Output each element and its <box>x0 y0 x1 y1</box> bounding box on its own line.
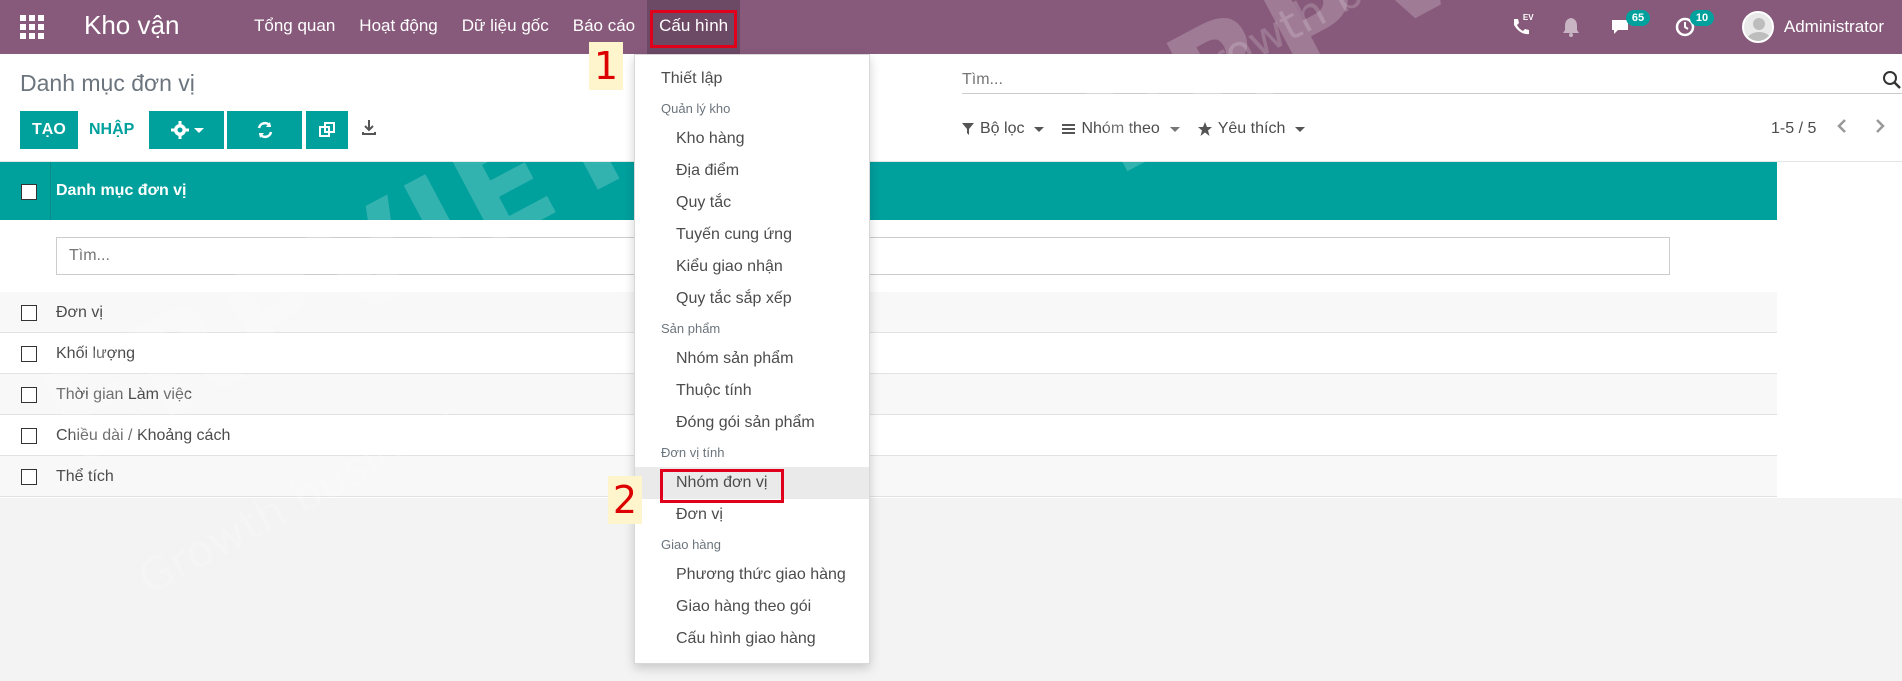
control-panel: Danh mục đơn vị TẠO NHẬP Bộ lọc Nhóm the… <box>0 54 1902 162</box>
refresh-icon <box>257 121 272 139</box>
main-menu: Tổng quan Hoạt động Dữ liệu gốc Báo cáo … <box>242 0 741 54</box>
favorites-label: Yêu thích <box>1217 120 1286 137</box>
import-button[interactable]: NHẬP <box>78 111 145 149</box>
header-divider <box>50 162 51 220</box>
row-checkbox[interactable] <box>21 346 37 362</box>
section-warehouse-management: Quản lý kho <box>661 101 731 116</box>
filter-dropdown[interactable]: Bộ lọc <box>962 120 1045 138</box>
row-checkbox[interactable] <box>21 387 37 403</box>
row-name: Đơn vị <box>56 304 103 321</box>
funnel-icon <box>962 123 974 135</box>
refresh-button[interactable] <box>227 111 302 149</box>
user-name: Administrator <box>1783 17 1884 36</box>
menu-item-warehouses[interactable]: Kho hàng <box>635 123 869 155</box>
menu-item-locations[interactable]: Địa điểm <box>635 155 869 187</box>
search-icon[interactable] <box>1882 70 1902 90</box>
group-by-label: Nhóm theo <box>1081 120 1160 137</box>
column-header-name[interactable]: Danh mục đơn vị <box>56 182 187 200</box>
row-name: Khối lượng <box>56 345 136 362</box>
gear-icon <box>170 121 189 139</box>
menu-item-shipping-methods[interactable]: Phương thức giao hàng <box>635 559 869 591</box>
table-row[interactable]: Khối lượng <box>0 333 1777 374</box>
copy-icon <box>319 122 335 137</box>
user-menu[interactable]: Administrator <box>1741 11 1884 43</box>
voip-phone-icon[interactable]: EV <box>1510 13 1534 38</box>
pager-value[interactable]: 1-5 / 5 <box>1771 120 1816 138</box>
filter-label: Bộ lọc <box>980 120 1025 137</box>
table-row[interactable]: Đơn vị <box>0 292 1777 333</box>
menu-item-product-packagings[interactable]: Đóng gói sản phẩm <box>635 407 869 439</box>
table-row[interactable]: Thể tích <box>0 456 1777 497</box>
app-title: Kho vận <box>84 10 180 40</box>
row-checkbox[interactable] <box>21 428 37 444</box>
step-2-marker: 2 <box>608 476 642 524</box>
menu-item-operation-types[interactable]: Kiểu giao nhận <box>635 251 869 283</box>
search-options: Bộ lọc Nhóm theo Yêu thích <box>962 120 1306 138</box>
row-name: Chiều dài / Khoảng cách <box>56 427 231 444</box>
ev-label: EV <box>1522 13 1534 22</box>
menu-item-uom[interactable]: Đơn vị <box>635 499 869 531</box>
list-rows: Đơn vị Khối lượng Thời gian Làm việc Chi… <box>0 292 1777 497</box>
chevron-left-icon[interactable] <box>1835 118 1849 134</box>
menu-operations[interactable]: Hoạt động <box>347 0 449 54</box>
menu-item-settings[interactable]: Thiết lập <box>635 63 869 95</box>
bell-icon[interactable] <box>1560 16 1582 38</box>
section-products: Sản phẩm <box>661 321 721 336</box>
configuration-dropdown: Thiết lập Quản lý kho Kho hàng Địa điểm … <box>634 54 870 664</box>
systray: EV 65 10 Administrator <box>1510 0 1884 54</box>
pager-buttons <box>1835 118 1887 134</box>
activities-clock-icon[interactable]: 10 <box>1674 10 1715 38</box>
list-header: Danh mục đơn vị <box>0 162 1777 220</box>
row-checkbox[interactable] <box>21 469 37 485</box>
star-icon <box>1197 122 1212 136</box>
top-navbar: Kho vận Tổng quan Hoạt động Dữ liệu gốc … <box>0 0 1902 54</box>
section-units-of-measure: Đơn vị tính <box>661 445 725 460</box>
row-name: Thể tích <box>56 468 114 485</box>
table-row[interactable]: Thời gian Làm việc <box>0 374 1777 415</box>
menu-item-delivery-packages[interactable]: Giao hàng theo gói <box>635 591 869 623</box>
row-name: Thời gian Làm việc <box>56 386 192 403</box>
chevron-down-icon <box>1295 126 1306 132</box>
duplicate-button[interactable] <box>306 111 348 149</box>
chevron-down-icon <box>1169 126 1180 132</box>
chevron-right-icon[interactable] <box>1873 118 1887 134</box>
section-delivery: Giao hàng <box>661 537 721 552</box>
menu-item-putaway-rules[interactable]: Quy tắc sắp xếp <box>635 283 869 315</box>
messages-icon[interactable]: 65 <box>1610 10 1651 38</box>
breadcrumb: Danh mục đơn vị <box>20 70 195 96</box>
menu-item-routes[interactable]: Tuyến cung ứng <box>635 219 869 251</box>
menu-item-delivery-settings[interactable]: Cấu hình giao hàng <box>635 623 869 655</box>
apps-menu-icon[interactable] <box>20 15 44 39</box>
menu-configuration[interactable]: Cấu hình <box>647 0 741 54</box>
menu-item-attributes[interactable]: Thuộc tính <box>635 375 869 407</box>
download-icon[interactable] <box>360 118 384 142</box>
select-all-checkbox[interactable] <box>21 184 37 200</box>
favorites-dropdown[interactable]: Yêu thích <box>1197 120 1306 138</box>
list-icon <box>1062 124 1076 134</box>
messages-count-badge: 65 <box>1625 10 1651 26</box>
group-by-dropdown[interactable]: Nhóm theo <box>1062 120 1180 138</box>
activities-count-badge: 10 <box>1689 10 1715 26</box>
menu-overview[interactable]: Tổng quan <box>242 0 347 54</box>
menu-item-product-categories[interactable]: Nhóm sản phẩm <box>635 343 869 375</box>
chevron-down-icon <box>193 127 204 133</box>
row-checkbox[interactable] <box>21 305 37 321</box>
menu-item-rules[interactable]: Quy tắc <box>635 187 869 219</box>
chevron-down-icon <box>1034 126 1045 132</box>
menu-master-data[interactable]: Dữ liệu gốc <box>450 0 561 54</box>
create-button[interactable]: TẠO <box>20 111 78 149</box>
table-row[interactable]: Chiều dài / Khoảng cách <box>0 415 1777 456</box>
search-input[interactable] <box>962 68 1862 92</box>
list-view: Danh mục đơn vị Đơn vị Khối lượng Thời g… <box>0 162 1902 498</box>
search-bar <box>962 68 1902 94</box>
action-gear-button[interactable] <box>149 111 224 149</box>
menu-item-uom-categories[interactable]: Nhóm đơn vị <box>635 467 869 499</box>
step-1-marker: 1 <box>589 42 623 90</box>
avatar <box>1741 11 1774 43</box>
